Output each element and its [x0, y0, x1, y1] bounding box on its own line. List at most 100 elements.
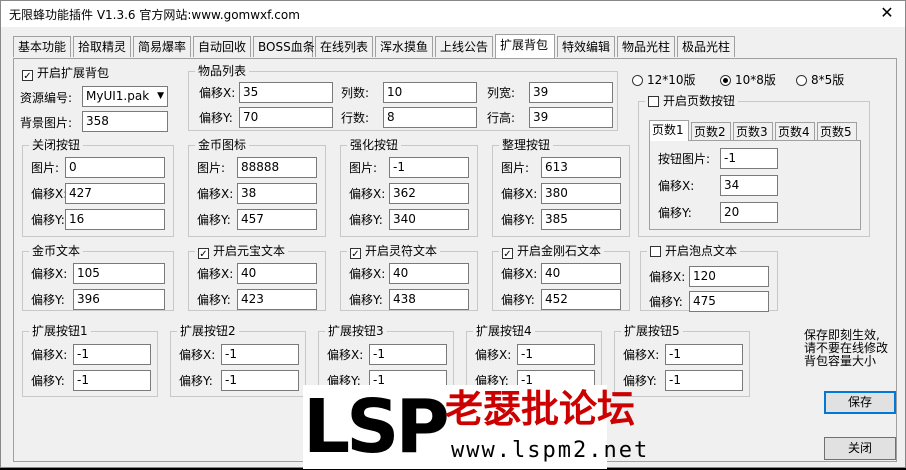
page-img-input[interactable]: -1	[720, 148, 778, 169]
subtab-page4[interactable]: 页数4	[775, 122, 815, 140]
gold-icon-offy-input[interactable]: 457	[237, 209, 317, 230]
enhance-btn-offx-input[interactable]: 362	[389, 183, 469, 204]
item-list-offy-input[interactable]: 70	[239, 107, 333, 128]
tab-ext-bag[interactable]: 扩展背包	[495, 34, 555, 58]
window-close-icon[interactable]: ✕	[877, 3, 897, 23]
tab-recycle[interactable]: 自动回收	[193, 36, 251, 57]
diamond-text-group: ✓ 开启金刚石文本 偏移X: 40 偏移Y: 452	[492, 244, 630, 311]
diamond-text-checkbox[interactable]: ✓ 开启金刚石文本	[499, 244, 605, 260]
gold-text-offy-input[interactable]: 396	[73, 289, 165, 310]
tab-rare-beam[interactable]: 极品光柱	[677, 36, 735, 57]
save-button[interactable]: 保存	[824, 391, 896, 414]
tab-online-list[interactable]: 在线列表	[315, 36, 373, 57]
radio-10x8[interactable]: 10*8版	[720, 72, 776, 88]
yuanbao-offy-input[interactable]: 423	[237, 289, 317, 310]
ext2-offy-input[interactable]: -1	[221, 370, 299, 391]
check-icon: ✓	[502, 248, 513, 260]
gold-text-offx-input[interactable]: 105	[73, 263, 165, 284]
gold-icon-group: 金币图标 图片: 88888 偏移X: 38 偏移Y: 457	[188, 138, 326, 237]
check-icon: ✓	[198, 248, 209, 260]
subtab-page3[interactable]: 页数3	[733, 122, 773, 140]
sort-btn-img-input[interactable]: 613	[541, 157, 621, 178]
ext4-offx-input[interactable]: -1	[517, 344, 595, 365]
page-offx-input[interactable]: 34	[720, 175, 778, 196]
item-list-rows-input[interactable]: 8	[383, 107, 477, 128]
title-bar[interactable]: 无限蜂功能插件 V1.3.6 官方网站:www.gomwxf.com ✕	[1, 1, 905, 27]
bubble-offx-input[interactable]: 120	[689, 266, 769, 287]
close-btn-offx-input[interactable]: 427	[65, 183, 165, 204]
tab-basic[interactable]: 基本功能	[13, 36, 71, 57]
item-list-cols-label: 列数:	[341, 86, 370, 100]
ext-button-2-title: 扩展按钮2	[177, 324, 239, 338]
yuanbao-text-checkbox[interactable]: ✓ 开启元宝文本	[195, 244, 289, 260]
subtab-page2[interactable]: 页数2	[691, 122, 731, 140]
page-offy-input[interactable]: 20	[720, 202, 778, 223]
close-button[interactable]: 关闭	[824, 437, 896, 460]
enhance-btn-img-input[interactable]: -1	[389, 157, 469, 178]
tab-pickup[interactable]: 拾取精灵	[73, 36, 131, 57]
item-list-offx-input[interactable]: 35	[239, 82, 333, 103]
sort-btn-offy-input[interactable]: 385	[541, 209, 621, 230]
gold-icon-offx-input[interactable]: 38	[237, 183, 317, 204]
subtab-page1[interactable]: 页数1	[649, 120, 689, 141]
gold-icon-img-input[interactable]: 88888	[237, 157, 317, 178]
close-btn-offy-label: 偏移Y:	[31, 213, 65, 227]
ext-button-5-title: 扩展按钮5	[621, 324, 683, 338]
tab-effects[interactable]: 特效编辑	[557, 36, 615, 57]
subtab-page5[interactable]: 页数5	[817, 122, 857, 140]
close-btn-offy-input[interactable]: 16	[65, 209, 165, 230]
ext3-offx-input[interactable]: -1	[369, 344, 447, 365]
bg-image-input[interactable]: 358	[82, 111, 168, 132]
sort-btn-title: 整理按钮	[499, 138, 554, 152]
diamond-offx-input[interactable]: 40	[541, 263, 621, 284]
diamond-offx-label: 偏移X:	[501, 267, 538, 281]
enable-page-buttons-checkbox[interactable]: 开启页数按钮	[645, 94, 739, 108]
item-list-cols-input[interactable]: 10	[383, 82, 477, 103]
ext5-offx-label: 偏移X:	[623, 348, 660, 362]
watermark-url: www.lspm2.net	[451, 438, 650, 463]
close-btn-img-input[interactable]: 0	[65, 157, 165, 178]
sort-btn-group: 整理按钮 图片: 613 偏移X: 380 偏移Y: 385	[492, 138, 630, 237]
check-empty-icon	[648, 96, 659, 107]
tab-fishing[interactable]: 浑水摸鱼	[375, 36, 433, 57]
ext1-offx-input[interactable]: -1	[73, 344, 151, 365]
item-list-colw-input[interactable]: 39	[529, 82, 613, 103]
item-list-group: 物品列表 偏移X: 35 列数: 10 列宽: 39 偏移Y: 70 行数: 8…	[188, 64, 618, 131]
enhance-btn-offy-input[interactable]: 340	[389, 209, 469, 230]
close-btn-group: 关闭按钮 图片: 0 偏移X: 427 偏移Y: 16	[22, 138, 174, 237]
page-offy-label: 偏移Y:	[658, 206, 692, 220]
tab-item-beam[interactable]: 物品光柱	[617, 36, 675, 57]
tab-announce[interactable]: 上线公告	[435, 36, 493, 57]
ext1-offy-input[interactable]: -1	[73, 370, 151, 391]
lingfu-offy-input[interactable]: 438	[389, 289, 469, 310]
item-list-rowh-label: 行高:	[487, 111, 516, 125]
resource-select[interactable]: MyUI1.pak ▼	[82, 86, 168, 107]
tab-droprate[interactable]: 简易爆率	[133, 36, 191, 57]
ext2-offx-input[interactable]: -1	[221, 344, 299, 365]
page-img-label: 按钮图片:	[658, 152, 711, 166]
gold-icon-offx-label: 偏移X:	[197, 187, 234, 201]
ext5-offx-input[interactable]: -1	[665, 344, 743, 365]
lingfu-offx-input[interactable]: 40	[389, 263, 469, 284]
enable-bag-checkbox[interactable]: ✓ 开启扩展背包	[22, 65, 109, 82]
main-window: 无限蜂功能插件 V1.3.6 官方网站:www.gomwxf.com ✕ 基本功…	[0, 0, 906, 470]
resource-label: 资源编号:	[20, 91, 73, 105]
tab-boss-hp[interactable]: BOSS血条	[253, 36, 315, 57]
sort-btn-offx-input[interactable]: 380	[541, 183, 621, 204]
bubble-offx-label: 偏移X:	[649, 270, 686, 284]
diamond-offy-input[interactable]: 452	[541, 289, 621, 310]
bubble-offy-input[interactable]: 475	[689, 291, 769, 312]
watermark-lsp: LSP	[303, 384, 450, 470]
item-list-rowh-input[interactable]: 39	[529, 107, 613, 128]
item-list-title: 物品列表	[195, 64, 250, 78]
radio-12x10[interactable]: 12*10版	[632, 72, 696, 88]
bubble-text-checkbox[interactable]: 开启泡点文本	[647, 244, 741, 258]
ext-button-2-group: 扩展按钮2 偏移X: -1 偏移Y: -1	[170, 324, 306, 397]
radio-8x5[interactable]: 8*5版	[796, 72, 844, 88]
yuanbao-offx-input[interactable]: 40	[237, 263, 317, 284]
radio-icon	[632, 75, 643, 86]
window-title: 无限蜂功能插件 V1.3.6 官方网站:www.gomwxf.com	[9, 8, 300, 22]
ext5-offy-input[interactable]: -1	[665, 370, 743, 391]
bubble-offy-label: 偏移Y:	[649, 295, 683, 309]
lingfu-text-checkbox[interactable]: ✓ 开启灵符文本	[347, 244, 441, 260]
